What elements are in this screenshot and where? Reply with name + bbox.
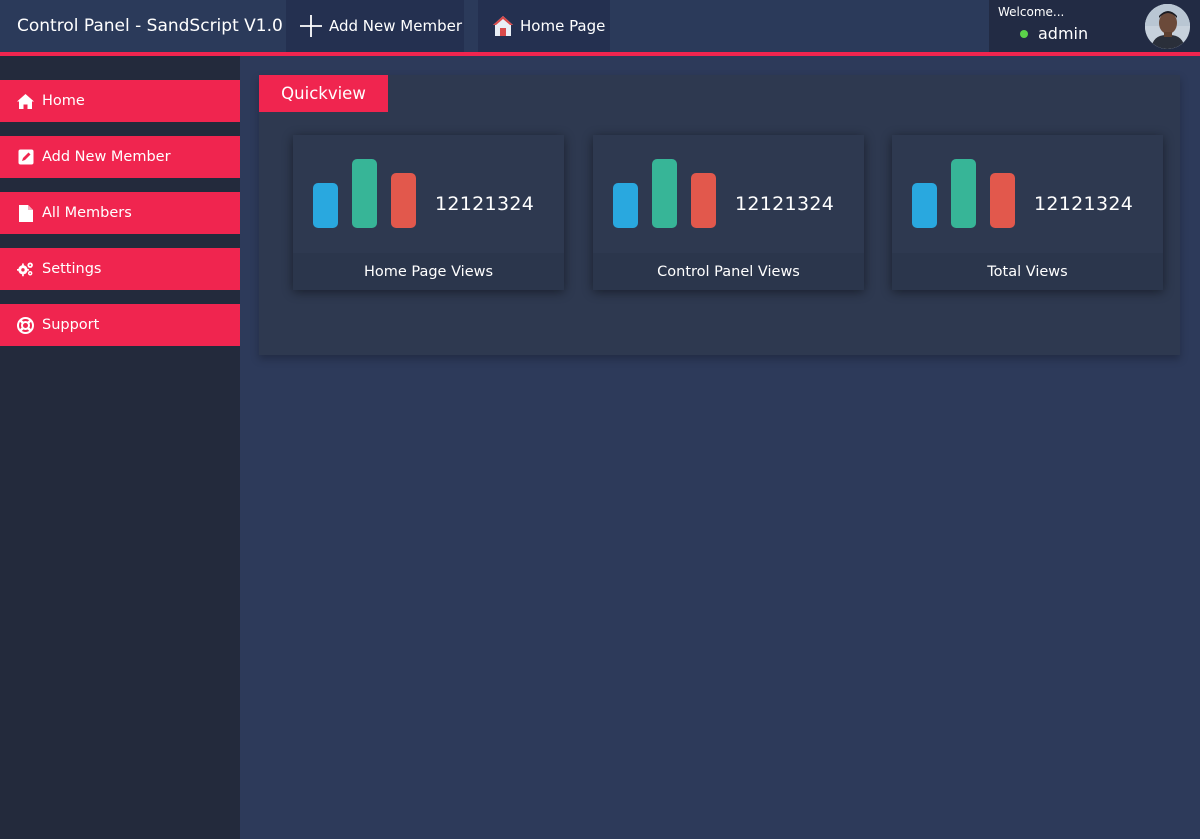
bar-chart-icon bbox=[912, 159, 1015, 228]
sidebar-item-label: Settings bbox=[42, 261, 102, 277]
plus-icon bbox=[300, 15, 322, 37]
avatar[interactable] bbox=[1145, 4, 1190, 49]
stat-card-home-page-views: 12121324 Home Page Views bbox=[293, 135, 564, 290]
stat-card-total-views: 12121324 Total Views bbox=[892, 135, 1163, 290]
home-icon bbox=[17, 93, 34, 110]
stat-card-control-panel-views: 12121324 Control Panel Views bbox=[593, 135, 864, 290]
sidebar-item-settings[interactable]: Settings bbox=[0, 248, 240, 290]
sidebar-item-all-members[interactable]: All Members bbox=[0, 192, 240, 234]
username: admin bbox=[1038, 24, 1089, 43]
online-status-icon bbox=[1020, 29, 1028, 38]
app-title-text: Control Panel - SandScript V1.0 bbox=[17, 16, 283, 36]
add-new-member-button[interactable]: Add New Member bbox=[286, 0, 464, 52]
sidebar: Home Add New Member All Members Settings… bbox=[0, 56, 240, 839]
stat-value: 12121324 bbox=[435, 193, 535, 215]
app-title: Control Panel - SandScript V1.0 bbox=[0, 0, 286, 52]
lifebuoy-icon bbox=[17, 316, 34, 334]
stat-label: Total Views bbox=[892, 253, 1163, 290]
sidebar-item-home[interactable]: Home bbox=[0, 80, 240, 122]
sidebar-item-label: Support bbox=[42, 317, 100, 333]
home-page-label: Home Page bbox=[520, 17, 606, 35]
edit-icon bbox=[17, 149, 34, 166]
bar-chart-icon bbox=[313, 159, 416, 228]
sidebar-item-label: Home bbox=[42, 93, 85, 109]
quickview-title: Quickview bbox=[259, 75, 388, 112]
user-status: admin bbox=[1020, 24, 1088, 43]
stat-label: Home Page Views bbox=[293, 253, 564, 290]
sidebar-item-support[interactable]: Support bbox=[0, 304, 240, 346]
top-bar: Control Panel - SandScript V1.0 Add New … bbox=[0, 0, 1200, 52]
quickview-panel: Quickview 12121324 Home Page Views 12121… bbox=[259, 75, 1180, 355]
file-icon bbox=[17, 204, 34, 222]
user-panel[interactable]: Welcome... admin bbox=[989, 0, 1200, 52]
bar-chart-icon bbox=[613, 159, 716, 228]
sidebar-item-label: All Members bbox=[42, 205, 132, 221]
stat-value: 12121324 bbox=[735, 193, 835, 215]
home-page-button[interactable]: Home Page bbox=[478, 0, 610, 52]
welcome-text: Welcome... bbox=[998, 5, 1065, 19]
stat-value: 12121324 bbox=[1034, 193, 1134, 215]
stat-label: Control Panel Views bbox=[593, 253, 864, 290]
house-icon bbox=[493, 16, 513, 36]
sidebar-item-add-new-member[interactable]: Add New Member bbox=[0, 136, 240, 178]
gears-icon bbox=[17, 261, 34, 278]
sidebar-item-label: Add New Member bbox=[42, 149, 171, 165]
add-new-member-label: Add New Member bbox=[329, 17, 462, 35]
